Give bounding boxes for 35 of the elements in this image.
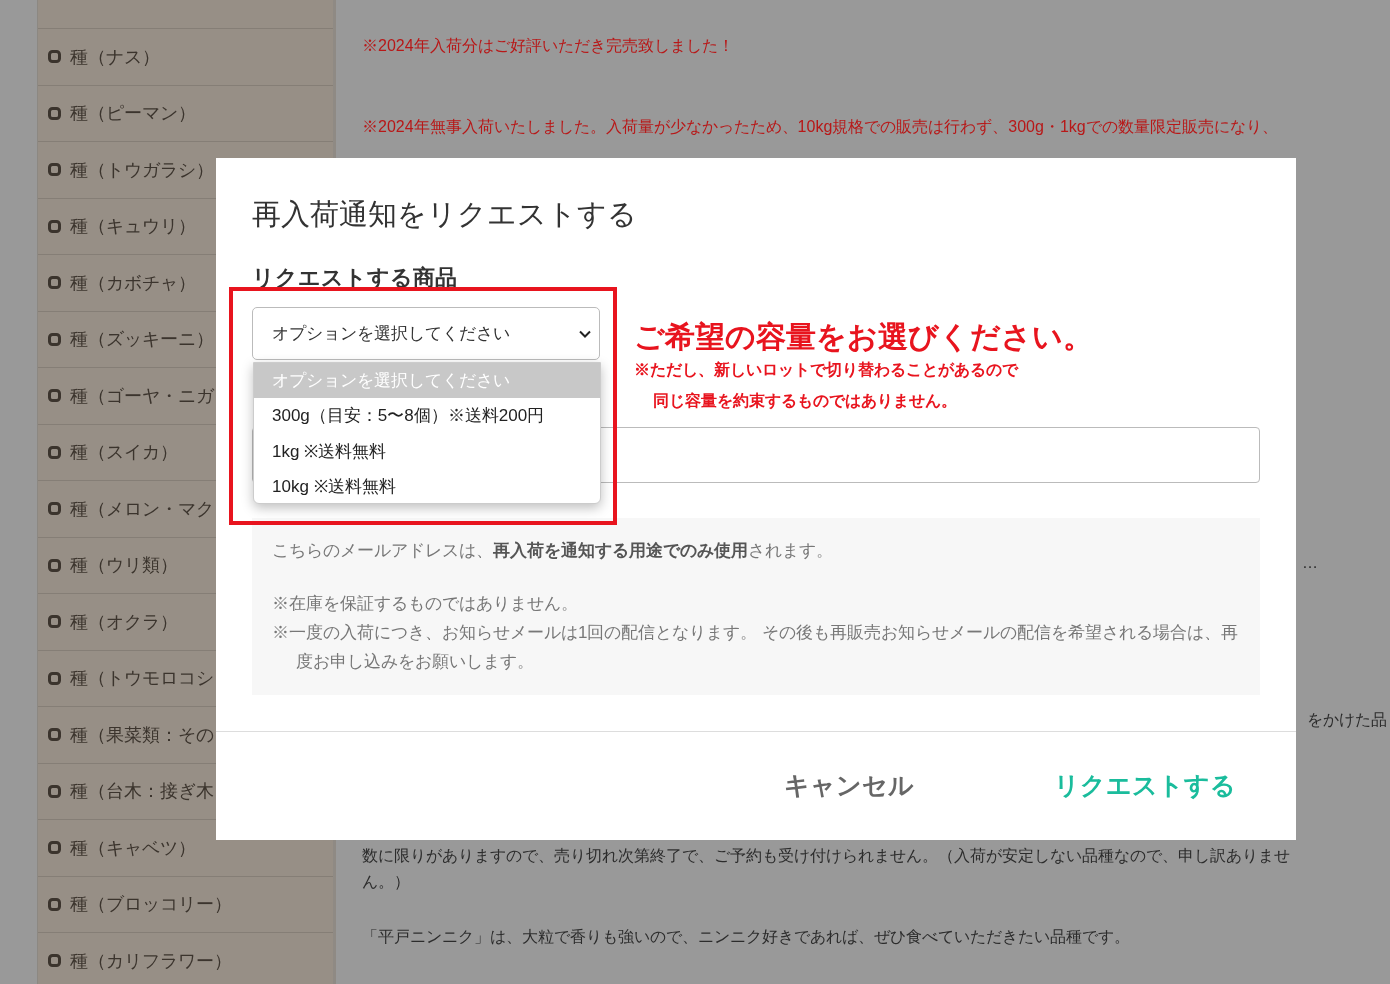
square-icon — [48, 332, 61, 346]
body-text: … — [1302, 553, 1319, 573]
note-headline: ご希望の容量をお選びください。 — [634, 320, 1093, 354]
body-text: 「平戸ニンニク」は、大粒で香りも強いので、ニンニク好きであれば、ぜひ食べていただきたい品種です。 — [362, 927, 1131, 947]
square-icon — [48, 558, 61, 572]
category-link[interactable]: 種（ブロッコリー） — [38, 876, 333, 933]
square-icon — [48, 784, 61, 798]
request-button[interactable]: リクエストする — [1054, 765, 1236, 806]
notice-text: ※2024年無事入荷いたしました。入荷量が少なかったため、10kg規格での販売は行わず、300g・1kgでの数量限定販売になり、 — [362, 117, 1279, 137]
body-text: 数に限りがありますので、売り切れ次第終了で、ご予約も受け付けられません。（入荷が安定しない品種なので、申し訳ありませ — [362, 846, 1291, 866]
note-text: ※ただし、新しいロットで切り替わることがあるので — [634, 360, 1020, 380]
category-link[interactable]: 種（ナス） — [38, 29, 333, 86]
category-link[interactable]: 種（ピーマン） — [38, 85, 333, 142]
notice-text: ※2024年入荷分はご好評いただき完売致しました！ — [362, 36, 735, 56]
square-icon — [48, 106, 61, 120]
square-icon — [48, 389, 61, 403]
cancel-button[interactable]: キャンセル — [784, 765, 914, 806]
body-text: をかけた品 — [1307, 710, 1388, 730]
square-icon — [48, 841, 61, 855]
square-icon — [48, 163, 61, 177]
square-icon — [48, 502, 61, 516]
square-icon — [48, 615, 61, 629]
option-select[interactable]: オプションを選択してください — [252, 307, 600, 360]
square-icon — [48, 276, 61, 290]
square-icon — [48, 671, 61, 685]
square-icon — [48, 50, 61, 64]
square-icon — [48, 219, 61, 233]
body-text: ん。） — [362, 872, 411, 892]
square-icon — [48, 728, 61, 742]
square-icon — [48, 897, 61, 911]
note-text: 同じ容量を約束するものではありません。 — [652, 391, 958, 411]
category-link[interactable]: 種（カリフラワー） — [38, 933, 333, 984]
square-icon — [48, 954, 61, 968]
chevron-down-icon — [579, 329, 591, 338]
square-icon — [48, 445, 61, 459]
